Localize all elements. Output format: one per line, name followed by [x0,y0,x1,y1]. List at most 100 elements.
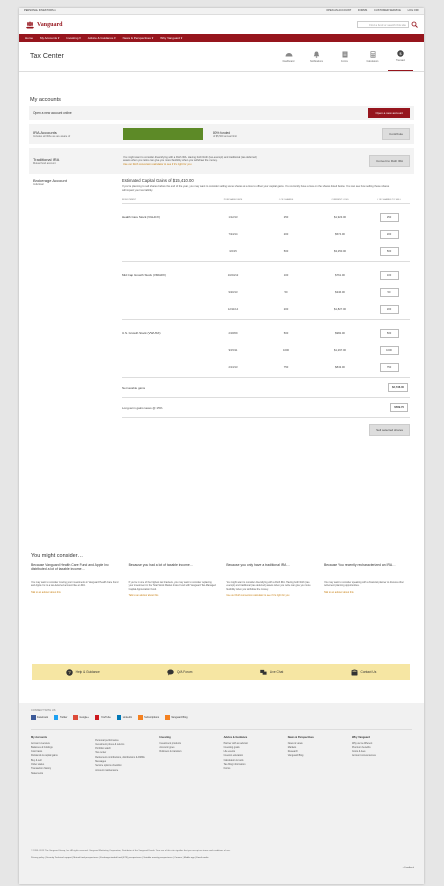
facebook-icon [31,715,36,720]
tab-label: Forms [341,59,348,63]
current-loss: $761.00 [335,274,345,277]
twitter-icon [53,715,59,720]
tab-forms[interactable]: Forms [332,42,357,71]
convert-roth-button[interactable]: Convert to Roth IRA [369,155,410,167]
calculator-icon [369,50,377,58]
footer-column: Advice & Guidance Partner with an adviso… [224,736,284,777]
customer-service-link[interactable]: CUSTOMER SERVICE [374,9,401,12]
ira-subtitle: Includes all IRAs we are aware of [33,135,71,138]
nav-advice-guidance[interactable]: Advice & Guidance ▾ [88,36,116,40]
logo-bar: Vanguard Find a fund or search this site [19,15,424,34]
footer-link[interactable]: Rollovers & transfers [159,750,219,754]
social-label: YouTube [100,715,111,719]
annual-limit: of $5,500 annual limit [213,134,237,138]
footer-link[interactable]: Statements [31,772,91,776]
twitter-link[interactable]: Twitter [53,715,67,720]
sell-selected-button[interactable]: Sell selected shares [369,424,410,436]
audience-selector[interactable]: PERSONAL INVESTORS ▾ [24,9,56,13]
table-row: Health Care Stock (VGHCX) 1/12/13 250 $1… [122,209,410,226]
share-count: 750 [283,366,289,369]
qa-forum-link[interactable]: Q/A Forum [167,669,192,676]
open-account-button[interactable]: Open a new account [368,108,410,118]
feedback-link[interactable]: + Feedback [403,867,415,869]
card-link[interactable]: Talk to an advisor about this [31,591,119,594]
brokerage-detail: Estimated Capital Gains of $15,410.00 If… [122,178,410,436]
table-row: 12/11/14 200 $1,827.00 200 [122,301,410,318]
shares-to-sell-input[interactable]: 200 [379,230,399,239]
search-input[interactable]: Find a fund or search this site [357,21,409,28]
nav-why-vanguard[interactable]: Why Vanguard ▾ [160,36,182,40]
suggestion-cards: Because Vanguard Health Care Fund and Ap… [31,563,412,597]
shares-to-sell-input[interactable]: 50 [379,288,399,297]
traditional-ira-row: Traditional IRA Mutual fund account You … [29,148,414,174]
share-count: 500 [283,250,289,253]
shares-to-sell-input[interactable]: 500 [379,329,399,338]
share-count: 200 [283,233,289,236]
help-icon: ? [65,668,73,676]
table-row: 2/13/13 750 $843.00 750 [122,359,410,376]
tab-transact[interactable]: $ Transact [388,42,413,71]
shares-to-sell-input[interactable]: 1000 [379,346,399,355]
youtube-link[interactable]: YouTube [94,715,111,720]
current-loss: $982.00 [335,332,345,335]
tab-label: Transact [395,59,406,62]
stock-name: Health Care Stock (VGHCX) [122,214,160,219]
linkedin-link[interactable]: LinkedIn [116,715,132,720]
google-plus-link[interactable]: Google+ [73,715,89,720]
nav-investing[interactable]: Investing ▾ [66,36,80,40]
footer-columns: My Accounts Account overview Balances & … [31,728,412,777]
table-row: 9/20/13 50 $346.00 50 [122,284,410,301]
roth-calculator-link[interactable]: Use our Roth conversion calculator to se… [123,163,263,167]
legal-text: © 1995–2015 The Vanguard Group, Inc. All… [31,850,411,861]
capital-gains-title: Estimated Capital Gains of $15,410.00 [122,178,194,183]
tax-tabs: Dashboard Notifications Forms Calculator… [276,42,413,71]
dollar-icon: $ [397,50,405,57]
footer-link[interactable]: Account maintenance [95,769,155,773]
footer-link[interactable]: Vanguard Blog [288,754,348,758]
shares-to-sell-input[interactable]: 100 [379,271,399,280]
suggestions-section: You might consider… Because Vanguard Hea… [19,553,424,597]
footer-link[interactable]: Account conveniences [352,754,412,758]
shares-to-sell-input[interactable]: 750 [379,363,399,372]
share-count: 200 [283,308,289,311]
card-link[interactable]: Use our Roth conversion calculator to se… [226,594,314,597]
card-link[interactable]: Talk to an advisor about this [129,594,217,597]
funding-status: 80% funded of $5,500 annual limit [213,131,237,138]
legal-links[interactable]: Privacy policy | Security Technical supp… [31,857,411,860]
tab-calculators[interactable]: Calculators [360,42,385,71]
brokerage-section: Brokerage Account Individual Estimated C… [29,178,414,436]
search-icon[interactable] [411,21,418,28]
section-title: My accounts [30,97,61,103]
tab-notifications[interactable]: Notifications [304,42,329,71]
footer-heading: News & Perspectives [287,735,314,739]
shares-to-sell-input[interactable]: 250 [379,213,399,222]
nav-news-perspectives[interactable]: News & Perspectives ▾ [123,36,154,40]
shares-to-sell-input[interactable]: 200 [379,305,399,314]
vanguard-logo[interactable]: Vanguard [25,21,62,29]
forms-link[interactable]: FORMS [358,9,367,12]
blog-icon [165,715,170,720]
live-chat-link[interactable]: Live Chat [260,669,283,676]
contact-us-link[interactable]: Contact Us [350,669,376,676]
blog-link[interactable]: Vanguard Blog [165,715,188,720]
current-loss: $1,827.00 [334,308,346,311]
subscriptions-link[interactable]: Subscriptions [138,715,159,720]
log-off-link[interactable]: LOG OFF [408,9,419,12]
shares-to-sell-input[interactable]: 500 [379,247,399,256]
help-bar: ? Help & Guidance Q/A Forum Live Chat Co… [32,664,410,680]
nav-home[interactable]: Home [25,36,33,40]
footer-link[interactable]: Forms [224,767,284,771]
tab-dashboard[interactable]: Dashboard [276,42,301,71]
contribute-button[interactable]: Contribute [382,128,410,140]
footer-column: News & Perspectives News & views Markets… [288,736,348,777]
open-account-link[interactable]: OPEN AN ACCOUNT [326,9,351,12]
card-body: You might want to consider diversifying … [226,581,311,591]
share-count: 1000 [283,349,289,352]
taxes-row: Long-term gains taxes @ 15% $589.70 [122,398,410,418]
sell-actions: Sell selected shares [122,424,410,436]
brokerage-subtitle: Individual [33,183,44,186]
nav-my-accounts[interactable]: My Accounts ▾ [40,36,59,40]
help-guidance-link[interactable]: ? Help & Guidance [65,668,100,676]
facebook-link[interactable]: Facebook [31,715,48,720]
card-link[interactable]: Talk to an advisor about this [324,591,412,594]
